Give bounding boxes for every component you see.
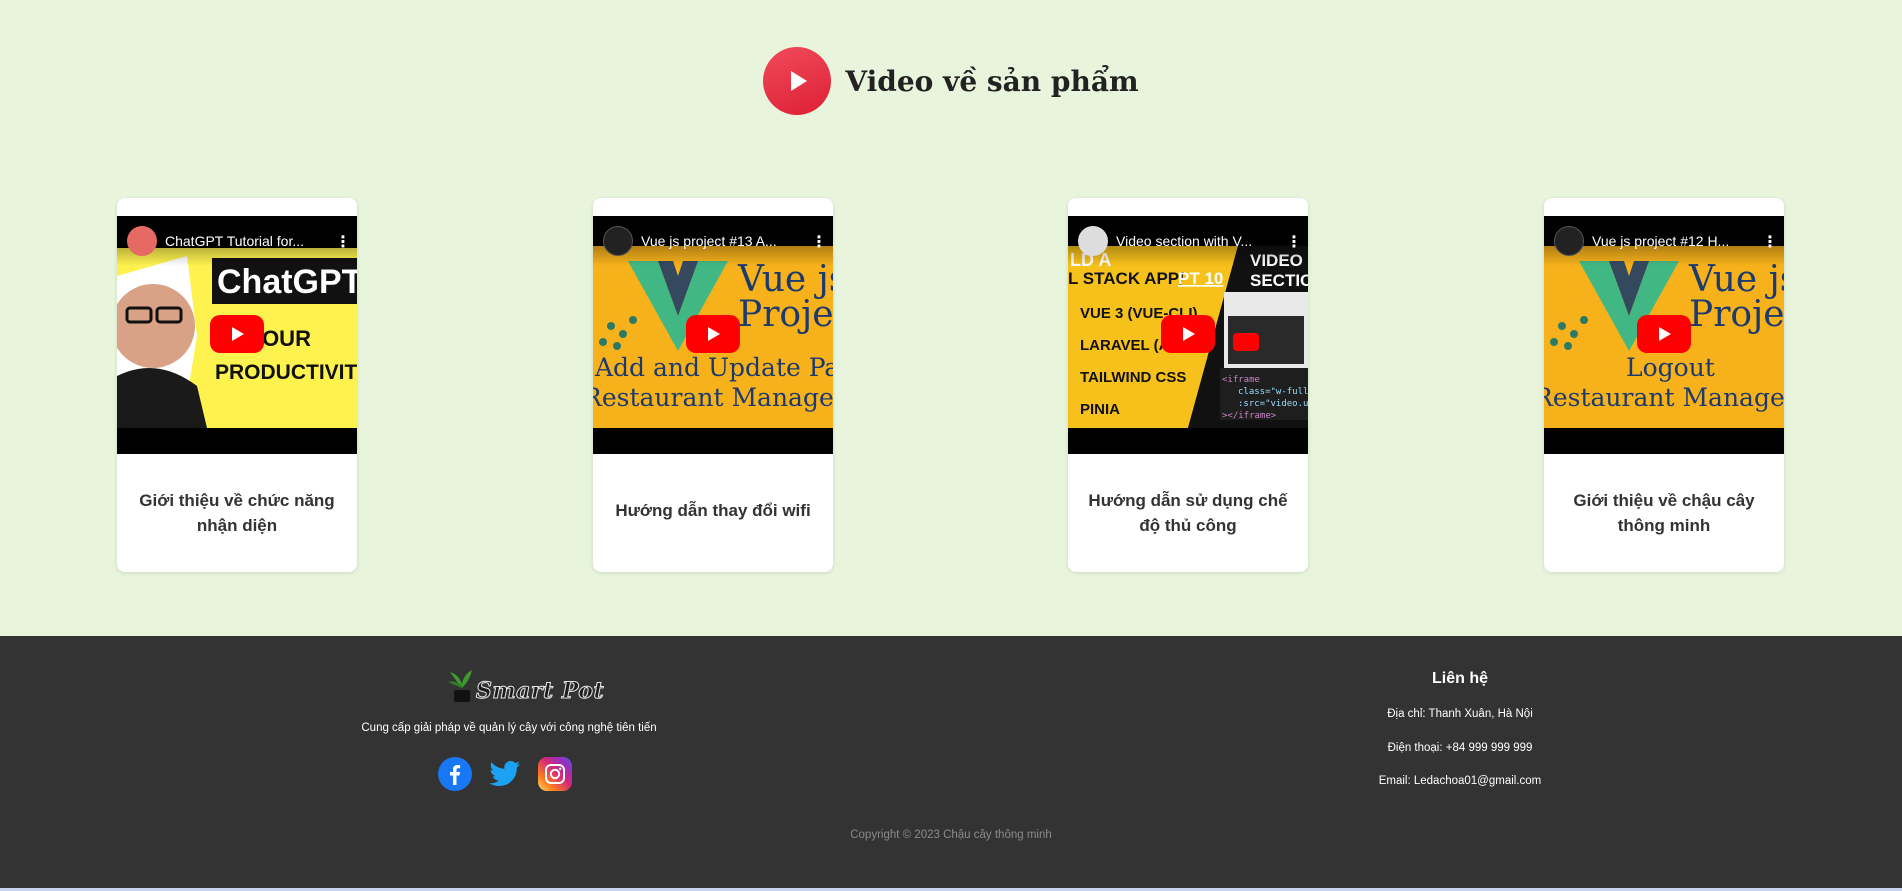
video-embed[interactable]: ChatGPT X YOUR PRODUCTIVITY ChatGPT Tuto… [117,216,357,454]
section-header: Video về sản phẩm [0,46,1902,116]
copyright-text: Copyright © 2023 Chậu cây thông minh [850,829,1052,841]
video-title-bar: ChatGPT Tutorial for... ⋮ [117,216,357,266]
channel-avatar [603,226,633,256]
instagram-icon[interactable] [538,757,572,791]
svg-text:></iframe>: ></iframe> [1222,411,1277,421]
video-card: ChatGPT X YOUR PRODUCTIVITY ChatGPT Tuto… [117,198,357,572]
contact-title: Liên hệ [1431,670,1488,687]
youtube-play-button[interactable] [1637,315,1691,353]
video-card: Vue js Project Add and Update Page Resta… [593,198,833,572]
youtube-play-button[interactable] [1161,315,1215,353]
svg-text:PINIA: PINIA [1080,401,1120,418]
video-embed[interactable]: Vue js Project Add and Update Page Resta… [593,216,833,454]
play-circle-icon [763,47,832,115]
video-card: Vue js Project Logout Restaurant Managem… [1544,198,1784,572]
card-label: Hướng dẫn thay đổi wifi [615,501,811,520]
svg-text:PT 10: PT 10 [1178,269,1223,288]
video-card: LD A L STACK APP/ PT 10 VUE 3 (VUE-CLI) … [1068,198,1308,572]
channel-avatar [1078,226,1108,256]
social-links [438,757,572,791]
logo-text: Smart Pot [475,678,605,705]
contact-block: Liên hệ Địa chỉ: Thanh Xuân, Hà Nội Điện… [1360,670,1560,809]
youtube-play-button[interactable] [686,315,740,353]
more-options-icon[interactable]: ⋮ [335,232,351,251]
svg-text:<iframe: <iframe [1222,375,1260,385]
footer [0,636,1902,888]
more-options-icon[interactable]: ⋮ [1286,232,1302,251]
channel-avatar [127,226,157,256]
contact-address: Địa chỉ: Thanh Xuân, Hà Nội [1387,708,1533,720]
svg-text:Logout: Logout [1626,353,1715,382]
video-grid: ChatGPT X YOUR PRODUCTIVITY ChatGPT Tuto… [0,198,1902,572]
footer-logo[interactable]: Smart Pot [448,668,605,705]
contact-phone: Điện thoại: +84 999 999 999 [1387,741,1533,754]
footer-slogan: Cung cấp giải pháp về quản lý cây với cô… [361,722,657,734]
svg-text:class="w-full: class="w-full [1238,387,1308,397]
youtube-play-button[interactable] [210,315,264,353]
svg-text:PRODUCTIVITY: PRODUCTIVITY [215,361,357,384]
more-options-icon[interactable]: ⋮ [811,232,827,251]
video-title-bar: Vue js project #12 H... ⋮ [1544,216,1784,266]
contact-email[interactable]: Email: Ledachoa01@gmail.com [1360,775,1560,809]
video-title-bar: Video section with V... ⋮ [1068,216,1308,266]
video-title-bar: Vue js project #13 A... ⋮ [593,216,833,266]
channel-avatar [1554,226,1584,256]
svg-text:Add and Update Page: Add and Update Page [594,353,833,382]
card-label: Hướng dẫn sử dụng chế độ thủ công [1088,491,1288,535]
svg-text:L STACK APP/: L STACK APP/ [1068,269,1184,288]
video-title[interactable]: Video section with V... [1116,233,1278,249]
svg-text:Restaurant Management: Restaurant Management [1544,383,1784,412]
section-title: Video về sản phẩm [845,64,1139,98]
video-title[interactable]: Vue js project #12 H... [1592,233,1754,249]
svg-text:ChatGPT: ChatGPT [217,263,357,301]
more-options-icon[interactable]: ⋮ [1762,232,1778,251]
svg-text::src="video.u: :src="video.u [1238,399,1308,409]
svg-text:Project: Project [1689,294,1784,335]
plant-pot-icon [448,670,472,702]
video-embed[interactable]: LD A L STACK APP/ PT 10 VUE 3 (VUE-CLI) … [1068,216,1308,454]
video-title[interactable]: Vue js project #13 A... [641,233,803,249]
svg-text:SECTION: SECTION [1250,271,1308,290]
svg-text:Project: Project [738,294,833,335]
svg-text:TAILWIND CSS: TAILWIND CSS [1080,369,1186,386]
video-embed[interactable]: Vue js Project Logout Restaurant Managem… [1544,216,1784,454]
twitter-icon[interactable] [488,757,522,791]
card-label: Giới thiệu về chức năng nhận diện [139,491,335,535]
svg-text:Restaurant Management: Restaurant Management [593,383,833,412]
card-label: Giới thiệu về chậu cây thông minh [1573,491,1755,535]
video-title[interactable]: ChatGPT Tutorial for... [165,233,327,249]
facebook-icon[interactable] [438,757,472,791]
